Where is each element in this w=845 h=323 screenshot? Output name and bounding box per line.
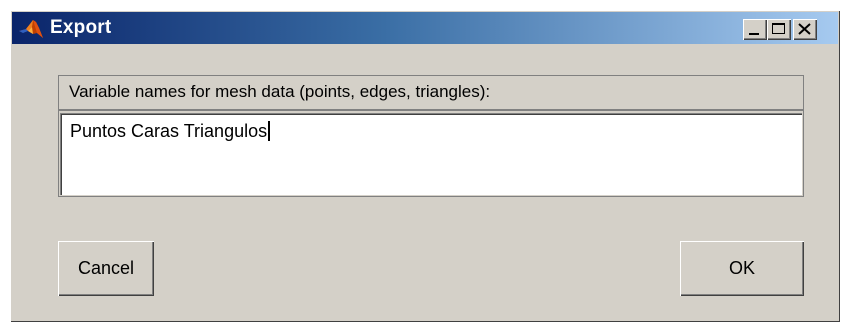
close-button[interactable] [793,19,817,40]
minimize-icon [749,33,759,35]
cancel-button[interactable]: Cancel [58,241,154,296]
mesh-variables-panel: Variable names for mesh data (points, ed… [58,75,804,197]
mesh-variables-input[interactable]: Puntos Caras Triangulos [60,113,802,195]
text-caret [268,121,271,141]
matlab-logo-icon[interactable] [18,16,44,40]
minimize-button[interactable] [743,19,767,40]
mesh-variables-value: Puntos Caras Triangulos [70,121,268,141]
export-dialog: Export Variable names for mesh data (poi… [10,10,840,322]
maximize-icon [772,23,785,34]
close-icon [798,23,811,35]
title-bar[interactable]: Export [12,12,838,44]
ok-button[interactable]: OK [680,241,804,296]
maximize-button[interactable] [767,19,791,40]
window-title: Export [50,17,112,38]
mesh-variables-label: Variable names for mesh data (points, ed… [59,76,803,111]
